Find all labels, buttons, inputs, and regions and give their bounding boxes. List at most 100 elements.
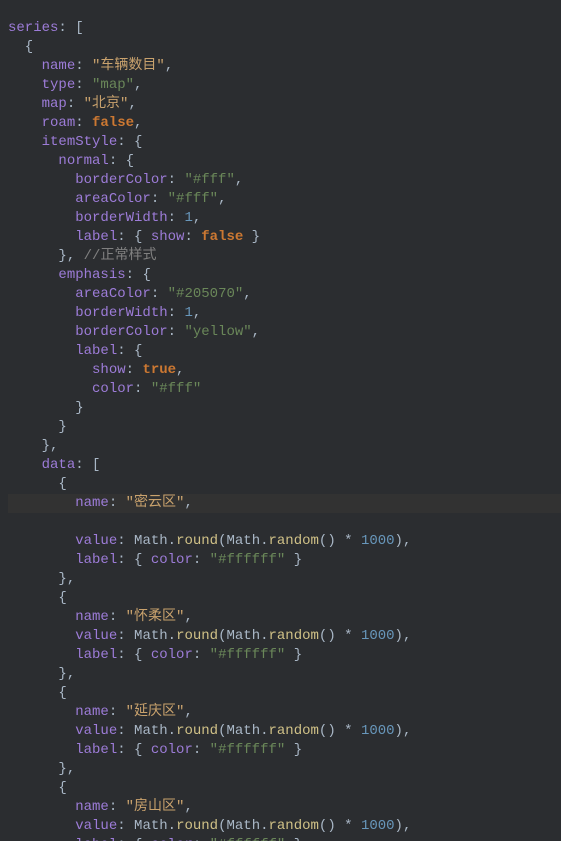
code-line: color: "#fff" (8, 381, 201, 397)
token-method: random (269, 818, 319, 834)
code-line: } (8, 419, 67, 435)
code-line: label: { color: "#ffffff" } (8, 552, 302, 568)
token-string: "房山区" (126, 799, 185, 815)
code-line: { (8, 39, 33, 55)
code-line-highlighted: name: "密云区", (8, 494, 561, 513)
token-object: Math (226, 723, 260, 739)
token-string: "怀柔区" (126, 609, 185, 625)
token-object: Math (134, 628, 168, 644)
token-prop: name (75, 704, 109, 720)
code-line: label: { color: "#ffffff" } (8, 837, 302, 841)
token-prop: borderColor (75, 324, 167, 340)
token-prop: areaColor (75, 191, 151, 207)
code-line: data: [ (8, 457, 100, 473)
token-string: "map" (92, 77, 134, 93)
token-prop: name (75, 609, 109, 625)
code-line: name: "房山区", (8, 799, 193, 815)
token-string: "#ffffff" (210, 647, 286, 663)
token-prop: normal (58, 153, 108, 169)
token-prop: value (75, 818, 117, 834)
code-line: roam: false, (8, 115, 142, 131)
token-prop: name (42, 58, 76, 74)
token-object: Math (226, 628, 260, 644)
code-line: map: "北京", (8, 96, 137, 112)
token-number: 1000 (361, 628, 395, 644)
code-line: value: Math.round(Math.random() * 1000), (8, 818, 411, 834)
token-number: 1 (184, 210, 192, 226)
code-line: label: { color: "#ffffff" } (8, 647, 302, 663)
token-prop: show (92, 362, 126, 378)
code-line: }, (8, 438, 58, 454)
token-prop: data (42, 457, 76, 473)
code-line: name: "延庆区", (8, 704, 193, 720)
token-string: "#fff" (168, 191, 218, 207)
token-prop: label (75, 343, 117, 359)
code-line: type: "map", (8, 77, 142, 93)
code-line: { (8, 685, 67, 701)
code-line: { (8, 780, 67, 796)
code-line: normal: { (8, 153, 134, 169)
token-object: Math (226, 818, 260, 834)
token-string: "密云区" (126, 495, 185, 511)
code-line: value: Math.round(Math.random() * 1000), (8, 723, 411, 739)
token-object: Math (134, 818, 168, 834)
token-prop: roam (42, 115, 76, 131)
token-string: "#ffffff" (210, 837, 286, 841)
token-prop: color (151, 552, 193, 568)
token-method: random (269, 723, 319, 739)
token-prop: series (8, 20, 58, 36)
code-line: borderWidth: 1, (8, 210, 201, 226)
code-line: borderColor: "#fff", (8, 172, 243, 188)
token-comment: //正常样式 (84, 248, 157, 264)
code-line: name: "怀柔区", (8, 609, 193, 625)
token-string: "北京" (84, 96, 129, 112)
token-string: "延庆区" (126, 704, 185, 720)
token-prop: name (75, 799, 109, 815)
code-line: name: "车辆数目", (8, 58, 173, 74)
token-prop: color (92, 381, 134, 397)
token-number: 1000 (361, 723, 395, 739)
token-string: "#205070" (168, 286, 244, 302)
token-prop: value (75, 723, 117, 739)
token-prop: borderWidth (75, 305, 167, 321)
code-line: emphasis: { (8, 267, 151, 283)
token-object: Math (134, 723, 168, 739)
token-string: "#ffffff" (210, 552, 286, 568)
token-prop: type (42, 77, 76, 93)
token-string: "yellow" (184, 324, 251, 340)
token-literal: false (201, 229, 243, 245)
code-line: }, (8, 571, 75, 587)
code-line: areaColor: "#205070", (8, 286, 252, 302)
code-block: series: [ { name: "车辆数目", type: "map", m… (0, 0, 561, 841)
code-line: label: { color: "#ffffff" } (8, 742, 302, 758)
token-prop: value (75, 533, 117, 549)
code-line: value: Math.round(Math.random() * 1000), (8, 533, 411, 549)
code-line: borderColor: "yellow", (8, 324, 260, 340)
token-string: "#ffffff" (210, 742, 286, 758)
token-prop: show (151, 229, 185, 245)
token-prop: borderColor (75, 172, 167, 188)
token-prop: emphasis (58, 267, 125, 283)
code-line: label: { show: false } (8, 229, 260, 245)
token-method: random (269, 533, 319, 549)
token-method: round (176, 818, 218, 834)
token-prop: itemStyle (42, 134, 118, 150)
code-editor[interactable]: series: [ { name: "车辆数目", type: "map", m… (0, 0, 561, 841)
token-prop: value (75, 628, 117, 644)
token-number: 1 (184, 305, 192, 321)
token-string: "车辆数目" (92, 58, 165, 74)
token-string: "#fff" (151, 381, 201, 397)
code-line: borderWidth: 1, (8, 305, 201, 321)
token-method: round (176, 533, 218, 549)
token-prop: name (75, 495, 109, 511)
token-prop: map (42, 96, 67, 112)
token-object: Math (134, 533, 168, 549)
token-prop: color (151, 742, 193, 758)
token-number: 1000 (361, 533, 395, 549)
code-line: { (8, 476, 67, 492)
code-line: areaColor: "#fff", (8, 191, 226, 207)
token-string: "#fff" (184, 172, 234, 188)
token-prop: label (75, 552, 117, 568)
token-method: round (176, 723, 218, 739)
token-literal: false (92, 115, 134, 131)
